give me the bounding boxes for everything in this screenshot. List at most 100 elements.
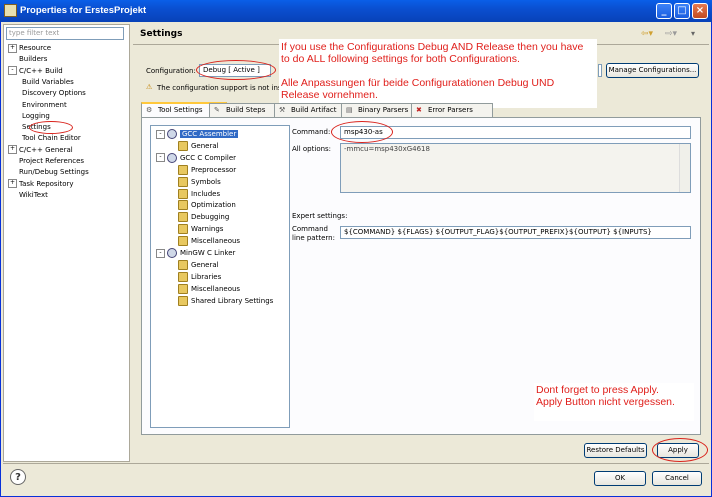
back-arrow-icon[interactable]: ⇦▾: [641, 29, 653, 39]
tool-tree-label: Shared Library Settings: [191, 296, 274, 305]
tool-gear-icon: [167, 248, 177, 258]
all-options-value: -mmcu=msp430xG4618: [344, 145, 430, 153]
tool-tree-label: General: [191, 260, 219, 269]
property-page-label: Logging: [22, 111, 50, 120]
configuration-label: Configuration:: [146, 67, 196, 75]
property-page-label: Tool Chain Editor: [22, 134, 81, 143]
property-page-item[interactable]: - C/C++ Build: [8, 66, 63, 77]
tool-group-item[interactable]: - MinGW C Linker: [156, 248, 235, 259]
tool-option-item[interactable]: Preprocessor: [178, 164, 236, 176]
tool-tree-label: Includes: [191, 189, 221, 198]
tool-gear-icon: [167, 129, 177, 139]
tool-option-item[interactable]: Libraries: [178, 271, 222, 283]
property-page-label: C/C++ Build: [19, 66, 63, 75]
bottom-separator: [3, 463, 709, 464]
option-category-icon: [178, 259, 188, 270]
all-options-textarea[interactable]: -mmcu=msp430xG4618: [340, 143, 691, 193]
tool-tree-label: Optimization: [191, 201, 236, 210]
tool-option-item[interactable]: General: [178, 140, 219, 152]
cancel-button[interactable]: Cancel: [652, 471, 702, 486]
tool-option-item[interactable]: Miscellaneous: [178, 236, 240, 247]
tool-option-item[interactable]: Shared Library Settings: [178, 295, 274, 307]
property-page-item[interactable]: + Task Repository: [8, 179, 74, 190]
note-top-english: If you use the Configurations Debug AND …: [281, 41, 584, 65]
tool-tree-label: Miscellaneous: [191, 237, 241, 246]
property-page-item[interactable]: Environment: [22, 100, 67, 111]
collapse-icon[interactable]: -: [8, 66, 17, 76]
close-button[interactable]: ×: [692, 3, 708, 19]
configuration-warning-text: The configuration support is not insta: [157, 84, 289, 92]
tab-label: Tool Settings: [158, 106, 203, 114]
tab-label: Error Parsers: [428, 106, 473, 114]
property-page-item[interactable]: Tool Chain Editor: [22, 133, 81, 144]
note-bottom-english: Dont forget to press Apply.: [536, 384, 659, 396]
ok-button[interactable]: OK: [594, 471, 646, 486]
tool-group-item[interactable]: - GCC Assembler: [156, 129, 239, 140]
expand-icon[interactable]: +: [8, 179, 17, 189]
tab-error-parsers[interactable]: ✖ Error Parsers: [411, 103, 493, 117]
collapse-icon[interactable]: -: [156, 153, 165, 163]
maximize-button[interactable]: □: [674, 3, 690, 19]
tool-option-item[interactable]: Warnings: [178, 224, 223, 235]
pattern-label-line2: line pattern:: [292, 234, 335, 242]
property-page-label: Task Repository: [19, 179, 74, 188]
tab-label: Binary Parsers: [358, 106, 409, 114]
note-top-german: Alle Anpassungen für beide Configuratati…: [281, 77, 555, 101]
tab-icon: ⚒: [279, 106, 286, 114]
all-options-label: All options:: [292, 145, 332, 153]
tool-option-item[interactable]: Miscellaneous: [178, 283, 241, 295]
property-page-item[interactable]: Build Variables: [22, 77, 74, 88]
warning-icon: ⚠: [146, 83, 153, 91]
restore-defaults-button[interactable]: Restore Defaults: [584, 443, 647, 458]
property-page-label: Build Variables: [22, 77, 74, 86]
tool-tree: - GCC Assembler General - GCC C Compiler Prep…: [150, 125, 290, 428]
tool-option-item[interactable]: Symbols: [178, 176, 221, 188]
forward-arrow-icon[interactable]: ⇨▾: [665, 29, 677, 39]
property-page-label: Environment: [22, 100, 67, 109]
tool-tree-label: Warnings: [191, 225, 224, 234]
property-page-item[interactable]: Builders: [8, 54, 47, 65]
command-highlight-circle: [331, 121, 393, 143]
expert-settings-label: Expert settings:: [292, 212, 348, 220]
tool-option-item[interactable]: Includes: [178, 188, 221, 200]
manage-configurations-button[interactable]: Manage Configurations...: [606, 63, 699, 78]
property-page-item[interactable]: Discovery Options: [22, 88, 86, 99]
tab-label: Build Artifact: [291, 106, 337, 114]
collapse-icon[interactable]: -: [156, 248, 165, 258]
apply-highlight-circle: [652, 438, 708, 462]
tool-tree-label: Miscellaneous: [191, 284, 241, 293]
expand-icon[interactable]: +: [8, 43, 17, 53]
property-page-label: Discovery Options: [22, 89, 86, 98]
all-options-scrollbar[interactable]: [679, 144, 690, 192]
property-page-item[interactable]: Run/Debug Settings: [8, 167, 89, 178]
expand-icon[interactable]: +: [8, 145, 17, 155]
filter-input[interactable]: type filter text: [6, 27, 124, 40]
tool-option-item[interactable]: General: [178, 259, 219, 271]
view-menu-icon[interactable]: ▾: [691, 29, 695, 38]
tool-tree-label: Libraries: [191, 272, 222, 281]
property-page-item[interactable]: + Resource: [8, 43, 51, 54]
property-page-label: C/C++ General: [19, 145, 73, 154]
property-page-item[interactable]: Project References: [8, 156, 84, 167]
tool-option-item[interactable]: Debugging: [178, 212, 229, 223]
tool-option-item[interactable]: Optimization: [178, 200, 236, 211]
option-category-icon: [178, 295, 188, 306]
collapse-icon[interactable]: -: [156, 129, 165, 139]
option-category-icon: [178, 176, 188, 187]
tool-tree-label: GCC Assembler: [180, 130, 239, 138]
option-category-icon: [178, 236, 188, 247]
settings-highlight-circle: [29, 121, 73, 134]
tool-group-item[interactable]: - GCC C Compiler: [156, 152, 236, 164]
option-category-icon: [178, 188, 188, 199]
tool-tree-label: General: [191, 141, 219, 150]
tab-icon: ▤: [346, 106, 353, 114]
command-line-pattern-input[interactable]: ${COMMAND} ${FLAGS} ${OUTPUT_FLAG}${OUTP…: [340, 226, 691, 239]
property-page-item[interactable]: + C/C++ General: [8, 145, 73, 156]
tool-tree-label: MinGW C Linker: [180, 249, 236, 257]
tab-bar: ⚙ Tool Settings ✎ Build Steps ⚒ Build Artifac…: [141, 102, 701, 119]
help-icon[interactable]: ?: [10, 469, 26, 485]
minimize-button[interactable]: _: [656, 3, 672, 19]
property-page-item[interactable]: WikiText: [8, 190, 48, 201]
title-bar[interactable]: Properties for ErstesProjekt _ □ ×: [0, 0, 712, 22]
tab-icon: ✖: [416, 106, 422, 114]
